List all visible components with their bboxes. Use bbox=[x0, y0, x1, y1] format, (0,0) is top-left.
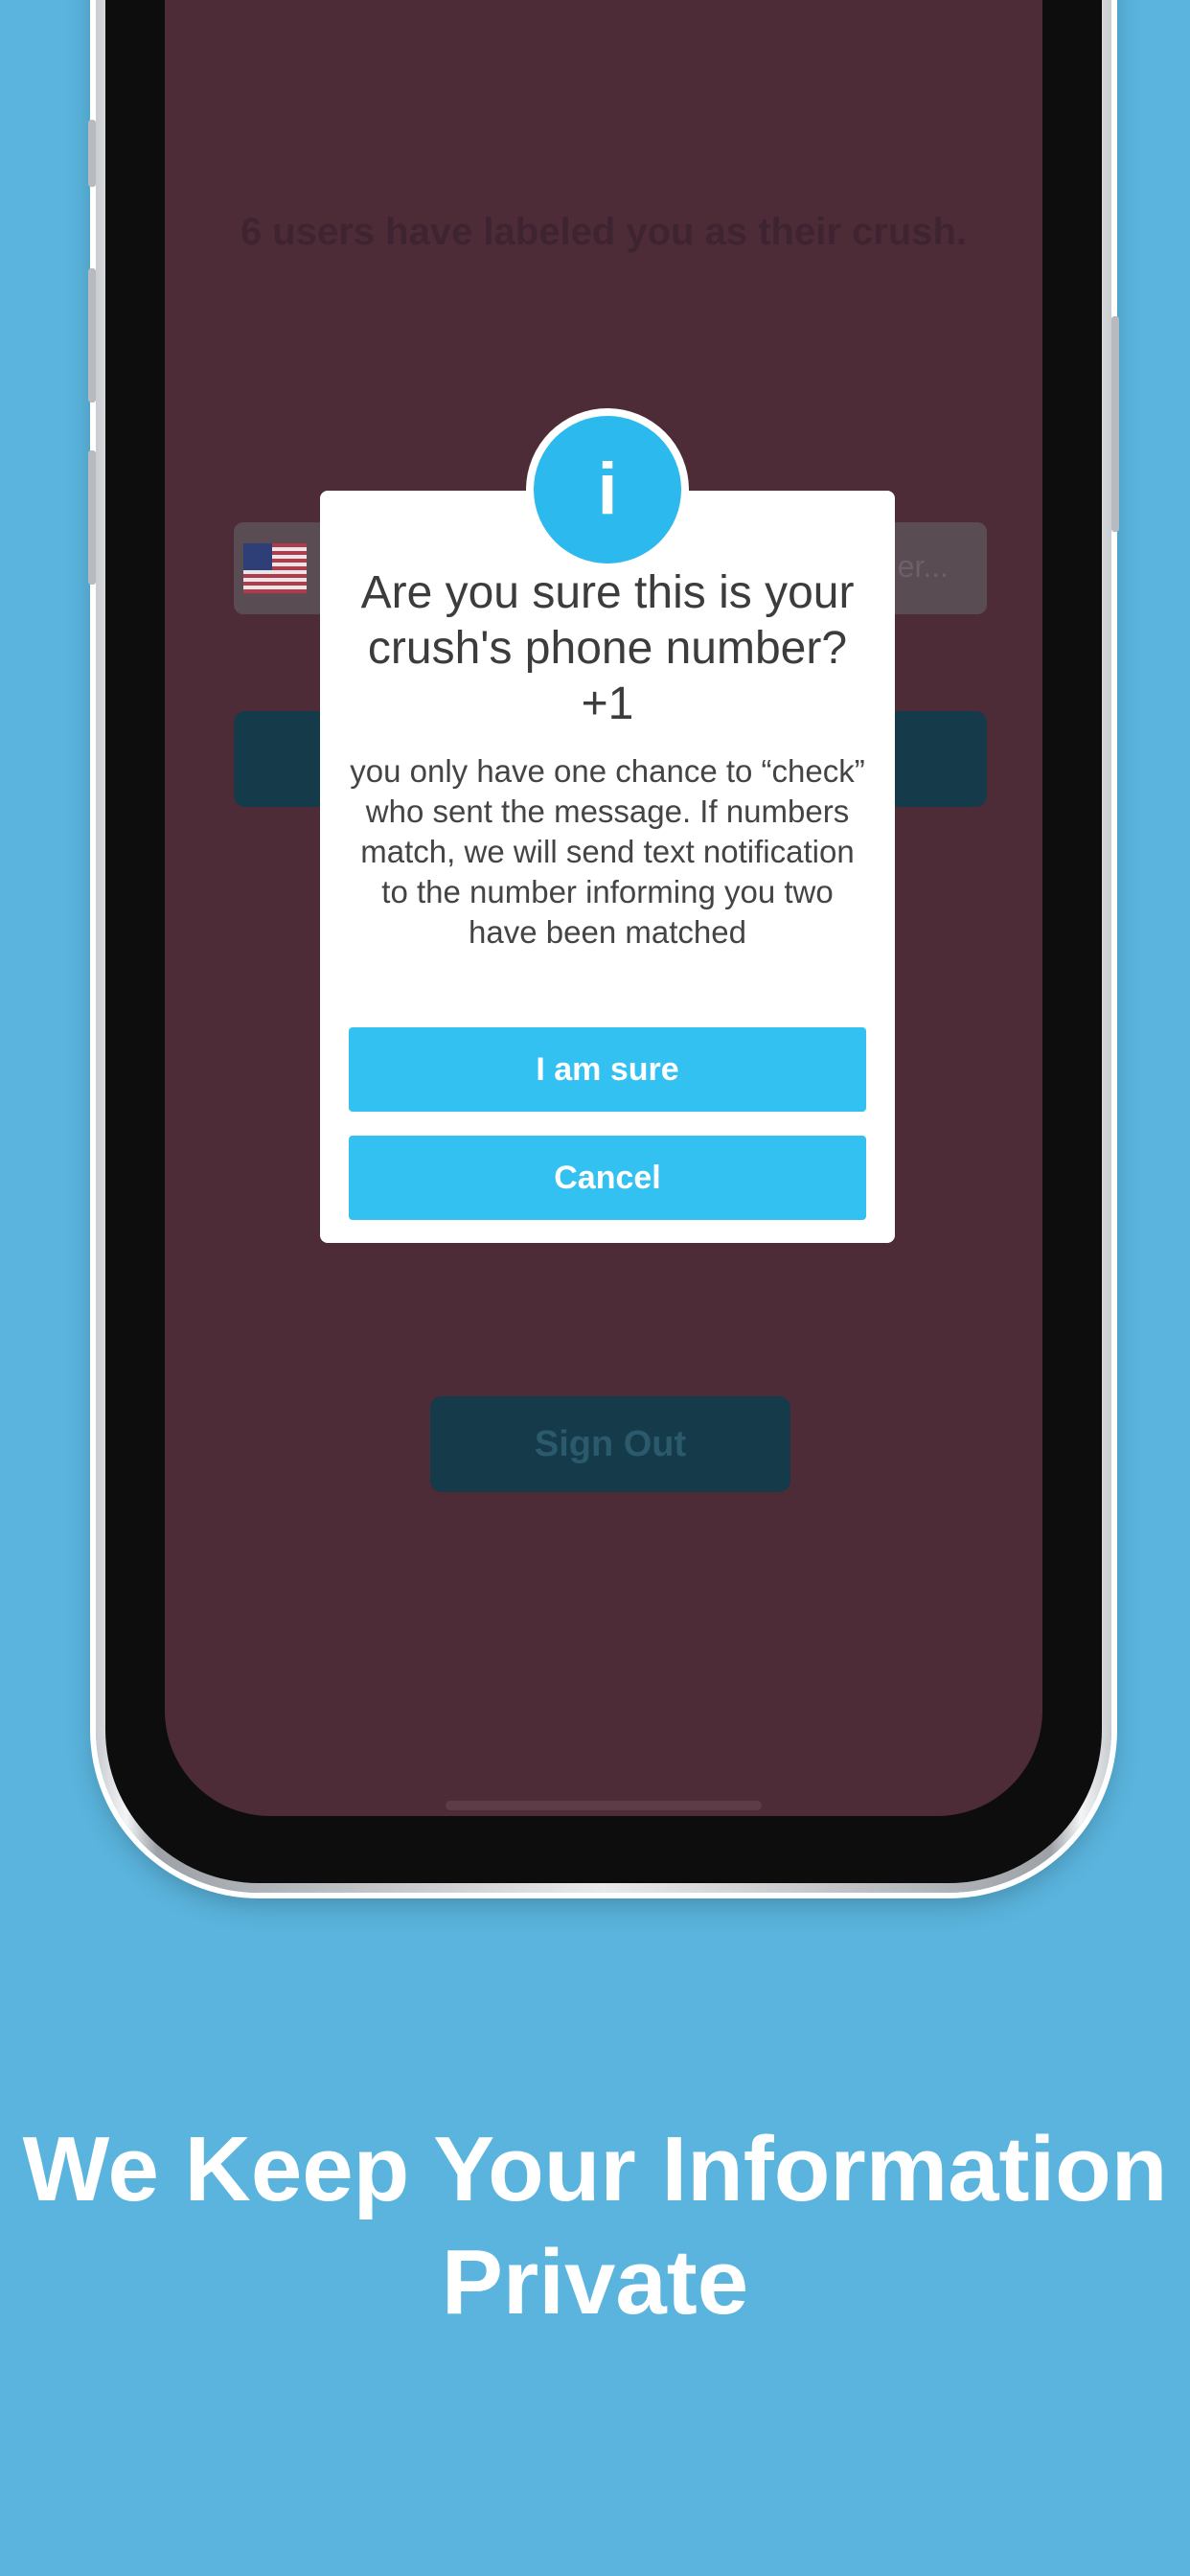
dialog-message: you only have one chance to “check” who … bbox=[350, 753, 865, 950]
promo-caption: We Keep Your Information Private bbox=[22, 2118, 1168, 2334]
power-button bbox=[1111, 316, 1119, 532]
dialog-phone-number: +1 bbox=[581, 678, 634, 729]
confirmation-dialog: i Are you sure this is your crush's phon… bbox=[320, 416, 895, 1243]
confirm-button[interactable]: I am sure bbox=[349, 1027, 866, 1112]
us-flag-icon[interactable] bbox=[243, 543, 307, 593]
volume-up-button bbox=[88, 268, 96, 402]
flag-canton bbox=[243, 543, 272, 570]
home-indicator bbox=[446, 1801, 762, 1810]
cancel-button[interactable]: Cancel bbox=[349, 1136, 866, 1220]
silent-switch bbox=[88, 120, 96, 187]
volume-down-button bbox=[88, 450, 96, 585]
crush-count-text: 6 users have labeled you as their crush. bbox=[240, 211, 968, 253]
info-icon: i bbox=[534, 416, 681, 564]
phone-input-placeholder: er... bbox=[897, 549, 949, 584]
sign-out-button[interactable]: Sign Out bbox=[430, 1396, 790, 1492]
dialog-title: Are you sure this is your crush's phone … bbox=[360, 567, 855, 674]
